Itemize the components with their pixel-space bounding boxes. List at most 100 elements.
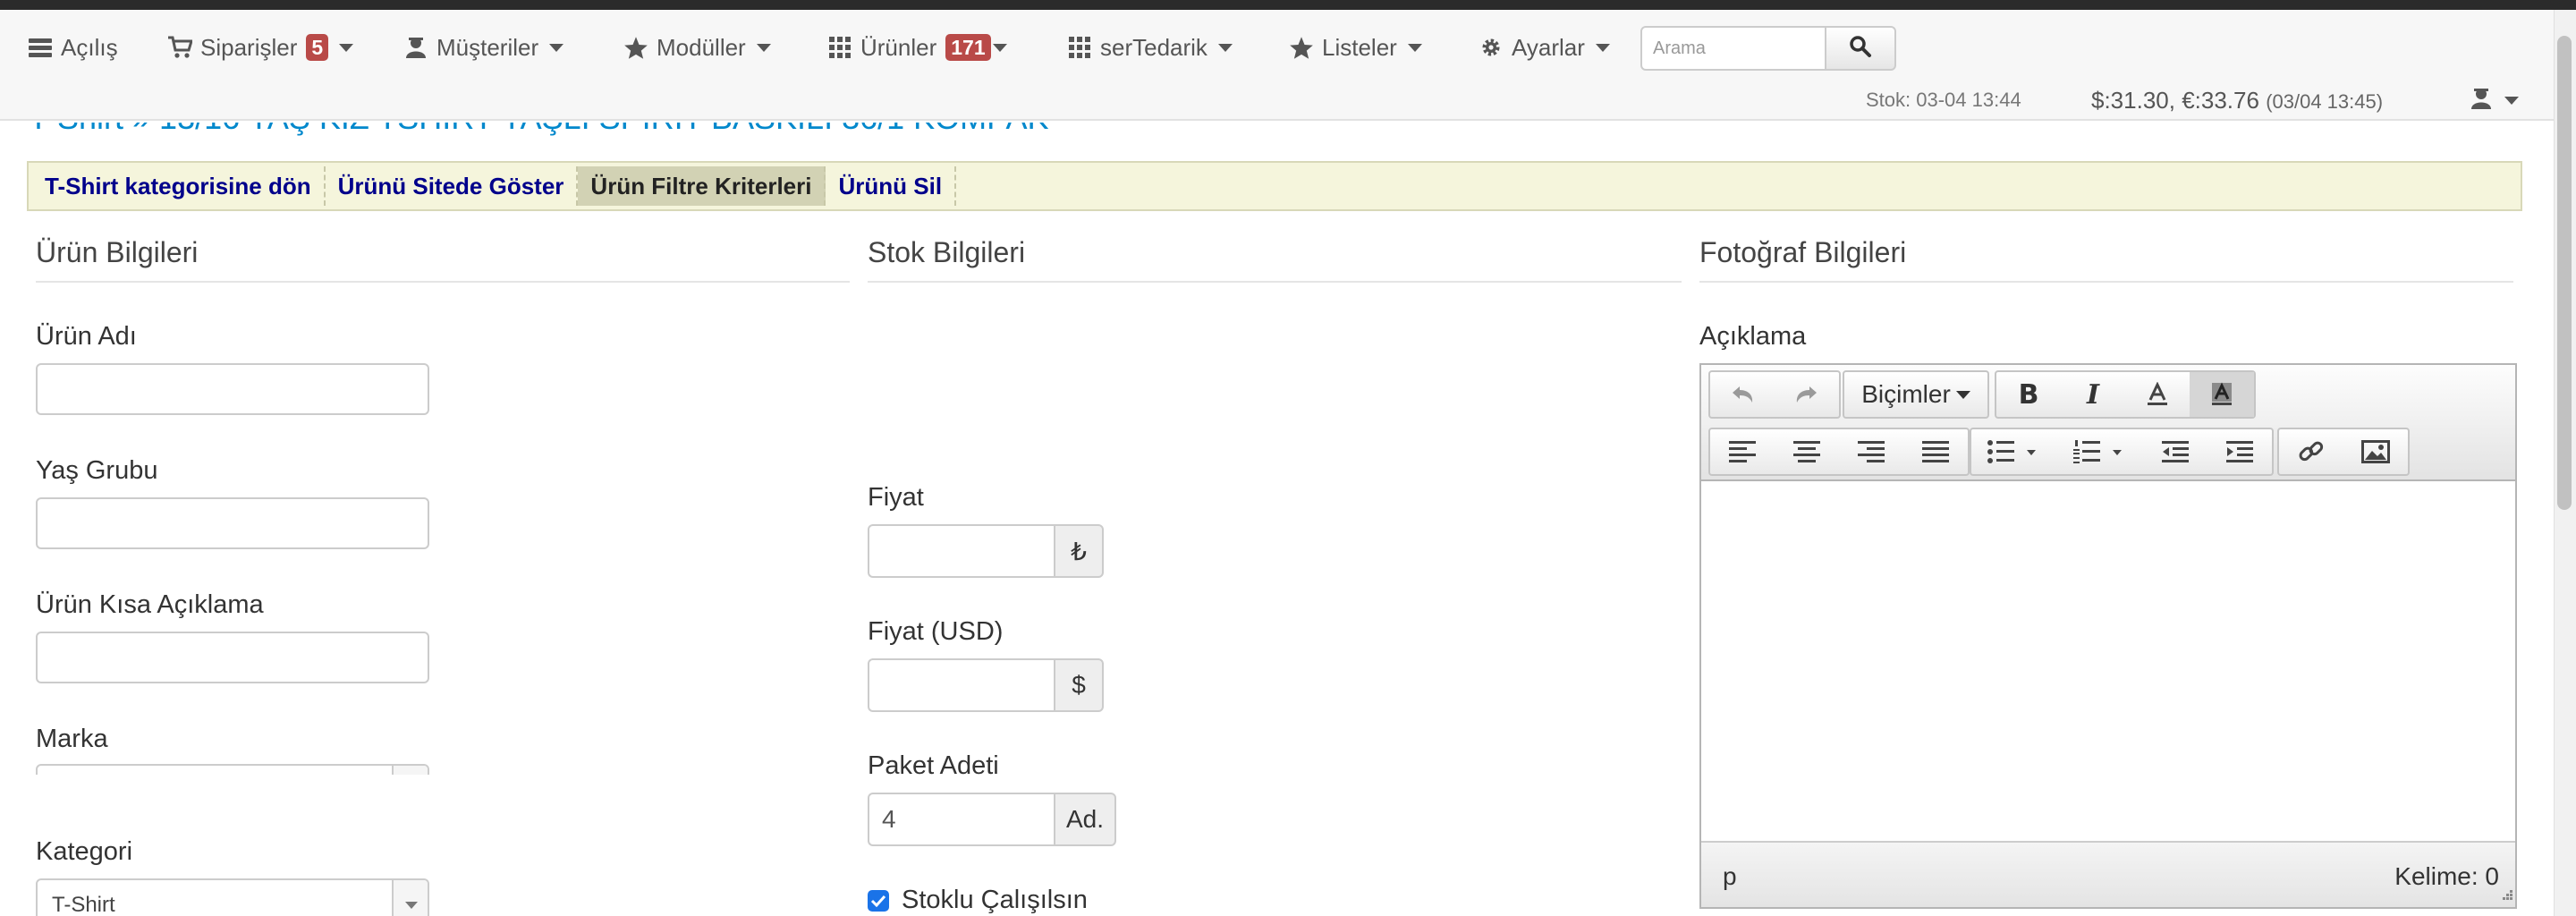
- background-color-button[interactable]: [2190, 372, 2254, 417]
- text-style-buttons: B I: [1995, 370, 2256, 419]
- package-count-label: Paket Adeti: [868, 751, 999, 780]
- brand-select-clip: [36, 764, 429, 775]
- scrollbar-thumb[interactable]: [2557, 36, 2572, 510]
- back-to-category-link[interactable]: T-Shirt kategorisine dön: [32, 166, 326, 206]
- package-count-input[interactable]: [868, 793, 1054, 846]
- numbered-list-button[interactable]: [2057, 429, 2143, 474]
- section-divider: [1699, 281, 2513, 283]
- formats-label: Biçimler: [1861, 380, 1951, 408]
- rich-text-editor: Biçimler B I p Kelime: 0: [1699, 363, 2517, 909]
- chevron-down-icon: [549, 43, 564, 52]
- section-divider: [36, 281, 850, 283]
- chevron-down-icon: [392, 766, 428, 775]
- bold-icon: B: [2018, 378, 2039, 411]
- search-button[interactable]: [1825, 26, 1896, 71]
- product-title: 13/16 YAŞ KIZ TSHIRT YAŞLI SPIRIT BASKIL…: [159, 123, 1048, 136]
- editor-content-area[interactable]: [1701, 481, 2515, 843]
- gear-icon: [1478, 35, 1504, 60]
- show-on-site-link[interactable]: Ürünü Sitede Göster: [326, 166, 579, 206]
- stock-tracking-label: Stoklu Çalışılsın: [902, 886, 1088, 914]
- nav-lists-label: Listeler: [1322, 33, 1397, 61]
- product-name-input[interactable]: [36, 363, 429, 415]
- products-count-badge: 171: [945, 34, 991, 61]
- undo-button[interactable]: [1710, 372, 1775, 417]
- description-label: Açıklama: [1699, 322, 1807, 351]
- star-icon: [623, 35, 649, 60]
- search-icon: [1849, 35, 1872, 63]
- nav-modules-label: Modüller: [657, 33, 746, 61]
- nav-lists[interactable]: Listeler: [1288, 26, 1422, 69]
- resize-handle-icon[interactable]: [2499, 886, 2513, 905]
- check-icon: [870, 895, 886, 907]
- section-divider: [868, 281, 1682, 283]
- page: Açılış Siparişler 5 Müşteriler Modüller: [0, 0, 2576, 916]
- grid-icon: [826, 35, 853, 60]
- search-input[interactable]: [1640, 26, 1826, 71]
- grid-icon: [1066, 35, 1093, 60]
- italic-button[interactable]: I: [2061, 372, 2125, 417]
- nav-orders[interactable]: Siparişler 5: [166, 26, 354, 69]
- stock-tracking-checkbox[interactable]: [868, 889, 889, 912]
- nav-home[interactable]: Açılış: [27, 26, 118, 69]
- bold-button[interactable]: B: [1996, 372, 2061, 417]
- align-justify-button[interactable]: [1903, 429, 1968, 474]
- image-icon: [2361, 440, 2390, 463]
- text-color-icon: [2148, 382, 2167, 405]
- user-icon: [402, 35, 429, 60]
- user-icon: [2469, 87, 2494, 114]
- align-center-button[interactable]: [1775, 429, 1839, 474]
- insert-buttons: [2277, 428, 2410, 476]
- align-center-icon: [1793, 441, 1820, 462]
- product-info-heading: Ürün Bilgileri: [36, 236, 199, 268]
- chevron-down-icon: [339, 43, 354, 52]
- nav-modules[interactable]: Modüller: [623, 26, 771, 69]
- package-unit-addon: Ad.: [1054, 793, 1116, 846]
- text-color-button[interactable]: [2125, 372, 2190, 417]
- formats-dropdown[interactable]: Biçimler: [1844, 372, 1987, 417]
- indent-button[interactable]: [2207, 429, 2272, 474]
- editor-toolbar: Biçimler B I: [1701, 365, 2515, 481]
- bullet-list-button[interactable]: [1971, 429, 2057, 474]
- filter-criteria-link[interactable]: Ürün Filtre Kriterleri: [578, 166, 826, 206]
- age-group-input[interactable]: [36, 497, 429, 549]
- nav-home-label: Açılış: [61, 33, 118, 61]
- editor-statusbar: p Kelime: 0: [1701, 841, 2515, 907]
- category-select[interactable]: T-Shirt: [36, 878, 429, 916]
- align-justify-icon: [1922, 441, 1949, 462]
- price-currency-addon: ₺: [1054, 524, 1104, 578]
- short-description-input[interactable]: [36, 632, 429, 683]
- action-bar: T-Shirt kategorisine dön Ürünü Sitede Gö…: [27, 161, 2522, 211]
- category-select-value: T-Shirt: [52, 893, 115, 916]
- undo-icon: [1733, 386, 1753, 403]
- insert-image-button[interactable]: [2343, 429, 2408, 474]
- breadcrumb-category-link[interactable]: T-Shirt: [29, 123, 123, 136]
- redo-button[interactable]: [1775, 372, 1839, 417]
- numbered-list-icon: [2073, 440, 2122, 463]
- insert-link-button[interactable]: [2279, 429, 2343, 474]
- age-group-label: Yaş Grubu: [36, 456, 158, 485]
- element-path: p: [1723, 862, 1737, 890]
- brand-label: Marka: [36, 725, 108, 753]
- brand-select[interactable]: [36, 764, 429, 775]
- price-usd-label: Fiyat (USD): [868, 617, 1004, 646]
- price-input[interactable]: [868, 524, 1054, 578]
- price-usd-input[interactable]: [868, 658, 1054, 712]
- nav-products[interactable]: Ürünler 171: [826, 26, 1007, 69]
- nav-supplier[interactable]: serTedarik: [1066, 26, 1233, 69]
- history-buttons: [1708, 370, 1841, 419]
- align-left-button[interactable]: [1710, 429, 1775, 474]
- chevron-down-icon: [1955, 390, 1970, 399]
- delete-product-link[interactable]: Ürünü Sil: [826, 166, 957, 206]
- align-left-icon: [1729, 441, 1756, 462]
- link-icon: [2299, 441, 2324, 462]
- user-menu[interactable]: [2469, 87, 2519, 114]
- nav-customers[interactable]: Müşteriler: [402, 26, 564, 69]
- align-right-button[interactable]: [1839, 429, 1903, 474]
- outdent-button[interactable]: [2143, 429, 2207, 474]
- orders-count-badge: 5: [306, 34, 329, 61]
- nav-settings[interactable]: Ayarlar: [1478, 26, 1610, 69]
- chevron-down-icon: [2504, 97, 2519, 105]
- price-usd-input-group: $: [868, 658, 1104, 712]
- outdent-icon: [2162, 441, 2189, 462]
- background-color-icon: [2212, 382, 2232, 405]
